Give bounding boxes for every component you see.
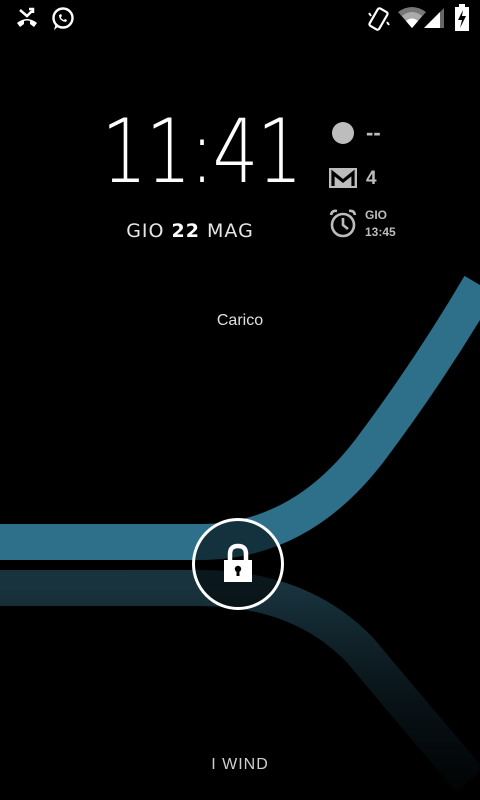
unlock-handle[interactable]: [192, 518, 284, 610]
carrier-label: I WIND: [211, 756, 269, 773]
unlock-track: [0, 275, 480, 792]
lock-icon: [224, 543, 252, 582]
